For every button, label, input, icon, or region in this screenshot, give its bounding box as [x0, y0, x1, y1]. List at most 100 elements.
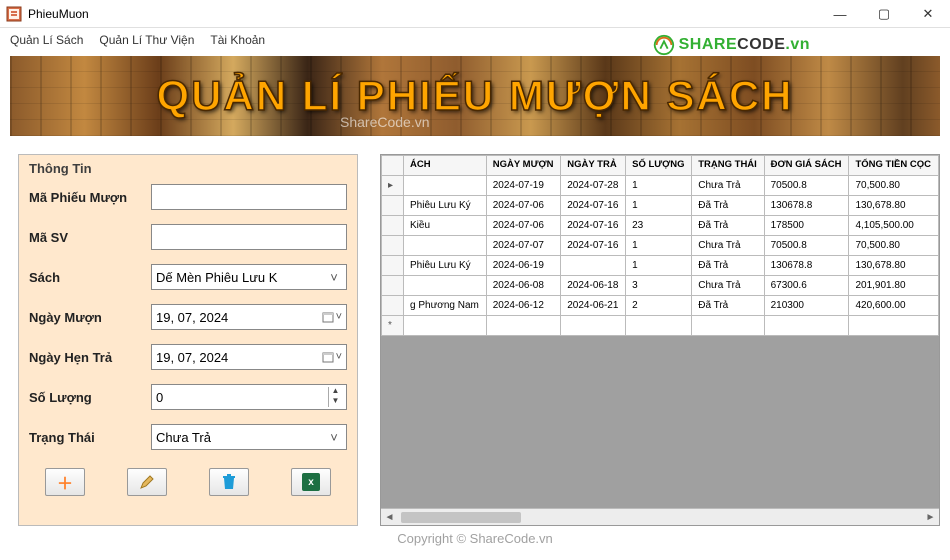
cell-dongia[interactable]: 67300.6	[764, 276, 849, 296]
titlebar: PhieuMuon — ▢ ✕	[0, 0, 950, 28]
cell-ngaytra[interactable]	[561, 256, 626, 276]
cell-trangthai[interactable]: Đã Trả	[692, 216, 764, 236]
row-selector[interactable]	[382, 236, 404, 256]
cell-sach[interactable]: g Phương Nam	[404, 296, 487, 316]
row-selector[interactable]	[382, 256, 404, 276]
table-row[interactable]: ▸ 2024-07-192024-07-281Chưa Trả70500.870,…	[382, 176, 939, 196]
datepicker-ngaymuon[interactable]: 19, 07, 2024 ˅	[151, 304, 347, 330]
cell-tong[interactable]: 70,500.80	[849, 236, 939, 256]
add-button[interactable]: ＋	[45, 468, 85, 496]
table-new-row[interactable]: *	[382, 316, 939, 336]
table-row[interactable]: Phiêu Lưu Ký2024-07-062024-07-161Đã Trả1…	[382, 196, 939, 216]
cell-trangthai[interactable]: Đã Trả	[692, 196, 764, 216]
trash-icon	[222, 474, 236, 490]
input-masv[interactable]	[151, 224, 347, 250]
row-selector[interactable]	[382, 276, 404, 296]
datepicker-ngayhentra[interactable]: 19, 07, 2024 ˅	[151, 344, 347, 370]
pencil-icon	[139, 474, 155, 490]
cell-ngaymuon[interactable]: 2024-06-08	[486, 276, 561, 296]
cell-soluong[interactable]: 1	[626, 236, 692, 256]
cell-tong[interactable]: 70,500.80	[849, 176, 939, 196]
cell-tong[interactable]: 130,678.80	[849, 256, 939, 276]
cell-ngaytra[interactable]: 2024-06-21	[561, 296, 626, 316]
cell-dongia[interactable]: 210300	[764, 296, 849, 316]
cell-ngaytra[interactable]: 2024-07-16	[561, 216, 626, 236]
select-trangthai[interactable]: Chưa Trả ˅	[151, 424, 347, 450]
maximize-button[interactable]: ▢	[862, 0, 906, 28]
table-row[interactable]: g Phương Nam2024-06-122024-06-212Đã Trả2…	[382, 296, 939, 316]
cell-tong[interactable]: 4,105,500.00	[849, 216, 939, 236]
cell-tong[interactable]: 201,901.80	[849, 276, 939, 296]
cell-trangthai[interactable]: Đã Trả	[692, 296, 764, 316]
cell-ngaymuon[interactable]: 2024-07-07	[486, 236, 561, 256]
cell-dongia[interactable]: 70500.8	[764, 176, 849, 196]
select-sach[interactable]: Dế Mèn Phiêu Lưu K ˅	[151, 264, 347, 290]
col-ngaytra[interactable]: NGÀY TRẢ	[561, 156, 626, 176]
cell-trangthai[interactable]: Chưa Trả	[692, 276, 764, 296]
cell-soluong[interactable]: 2	[626, 296, 692, 316]
cell-sach[interactable]: Kiều	[404, 216, 487, 236]
row-selector[interactable]	[382, 296, 404, 316]
new-row-selector[interactable]: *	[382, 316, 404, 336]
cell-ngaytra[interactable]: 2024-07-16	[561, 236, 626, 256]
menu-tai-khoan[interactable]: Tài Khoản	[210, 33, 265, 47]
cell-tong[interactable]: 130,678.80	[849, 196, 939, 216]
delete-button[interactable]	[209, 468, 249, 496]
col-tong[interactable]: TỔNG TIỀN CỌC	[849, 156, 939, 176]
menu-quan-li-thu-vien[interactable]: Quản Lí Thư Viện	[99, 33, 194, 47]
col-rowheader[interactable]	[382, 156, 404, 176]
cell-soluong[interactable]: 23	[626, 216, 692, 236]
export-excel-button[interactable]: x	[291, 468, 331, 496]
row-selector[interactable]: ▸	[382, 176, 404, 196]
row-selector[interactable]	[382, 216, 404, 236]
cell-ngaymuon[interactable]: 2024-07-19	[486, 176, 561, 196]
table-row[interactable]: 2024-06-082024-06-183Chưa Trả67300.6201,…	[382, 276, 939, 296]
menu-quan-li-sach[interactable]: Quản Lí Sách	[10, 33, 83, 47]
cell-soluong[interactable]: 1	[626, 196, 692, 216]
col-trangthai[interactable]: TRẠNG THÁI	[692, 156, 764, 176]
cell-dongia[interactable]: 70500.8	[764, 236, 849, 256]
cell-sach[interactable]	[404, 176, 487, 196]
scroll-left-arrow-icon[interactable]: ◄	[381, 509, 398, 526]
horizontal-scrollbar[interactable]: ◄ ►	[381, 508, 939, 525]
cell-dongia[interactable]: 130678.8	[764, 196, 849, 216]
cell-tong[interactable]: 420,600.00	[849, 296, 939, 316]
col-ngaymuon[interactable]: NGÀY MƯỢN	[486, 156, 561, 176]
row-selector[interactable]	[382, 196, 404, 216]
chevron-down-icon: ˅	[326, 270, 342, 285]
scroll-thumb[interactable]	[401, 512, 521, 523]
cell-soluong[interactable]: 1	[626, 256, 692, 276]
cell-ngaytra[interactable]: 2024-07-16	[561, 196, 626, 216]
scroll-right-arrow-icon[interactable]: ►	[922, 509, 939, 526]
cell-trangthai[interactable]: Chưa Trả	[692, 236, 764, 256]
table-row[interactable]: 2024-07-072024-07-161Chưa Trả70500.870,5…	[382, 236, 939, 256]
edit-button[interactable]	[127, 468, 167, 496]
close-button[interactable]: ✕	[906, 0, 950, 28]
cell-sach[interactable]	[404, 276, 487, 296]
input-maphieu[interactable]	[151, 184, 347, 210]
cell-ngaymuon[interactable]: 2024-07-06	[486, 196, 561, 216]
cell-soluong[interactable]: 1	[626, 176, 692, 196]
table-row[interactable]: Phiêu Lưu Ký2024-06-19 1Đã Trả130678.8130…	[382, 256, 939, 276]
cell-dongia[interactable]: 130678.8	[764, 256, 849, 276]
col-dongia[interactable]: ĐƠN GIÁ SÁCH	[764, 156, 849, 176]
cell-sach[interactable]	[404, 236, 487, 256]
cell-dongia[interactable]: 178500	[764, 216, 849, 236]
cell-ngaytra[interactable]: 2024-06-18	[561, 276, 626, 296]
cell-ngaymuon[interactable]: 2024-06-19	[486, 256, 561, 276]
cell-sach[interactable]: Phiêu Lưu Ký	[404, 256, 487, 276]
cell-sach[interactable]: Phiêu Lưu Ký	[404, 196, 487, 216]
data-grid[interactable]: ÁCH NGÀY MƯỢN NGÀY TRẢ SỐ LƯỢNG TRẠNG TH…	[380, 154, 940, 526]
cell-ngaymuon[interactable]: 2024-07-06	[486, 216, 561, 236]
cell-ngaymuon[interactable]: 2024-06-12	[486, 296, 561, 316]
spinner-soluong[interactable]: 0 ▲▼	[151, 384, 347, 410]
minimize-button[interactable]: —	[818, 0, 862, 28]
col-soluong[interactable]: SỐ LƯỢNG	[626, 156, 692, 176]
cell-trangthai[interactable]: Đã Trả	[692, 256, 764, 276]
table-row[interactable]: Kiều2024-07-062024-07-1623Đã Trả1785004,…	[382, 216, 939, 236]
cell-trangthai[interactable]: Chưa Trả	[692, 176, 764, 196]
col-sach[interactable]: ÁCH	[404, 156, 487, 176]
cell-soluong[interactable]: 3	[626, 276, 692, 296]
chevron-down-icon: ˅	[326, 430, 342, 445]
cell-ngaytra[interactable]: 2024-07-28	[561, 176, 626, 196]
